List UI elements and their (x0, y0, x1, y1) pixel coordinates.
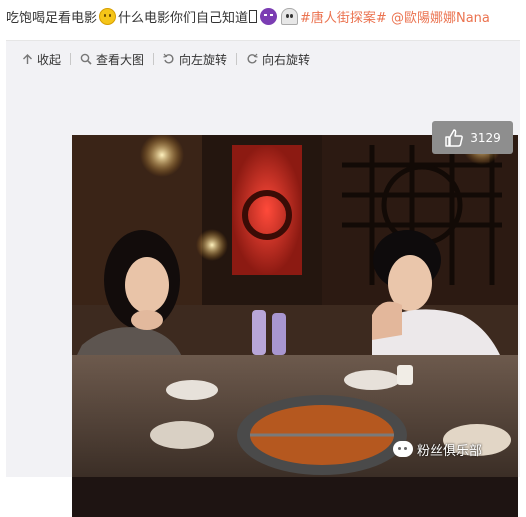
watermark: 粉丝俱乐部 (393, 438, 482, 460)
post-text-part1: 吃饱喝足看电影 (6, 11, 98, 26)
view-large-label: 查看大图 (96, 52, 145, 67)
post-text-part2: 什么电影你们自己知道 (118, 11, 249, 26)
magnifier-icon (80, 53, 92, 65)
mention-link[interactable]: @歐陽娜娜Nana (391, 11, 490, 26)
rotate-right-label: 向右旋转 (262, 52, 311, 67)
rotate-left-label: 向左旋转 (179, 52, 228, 67)
toolbar-divider (153, 53, 155, 65)
thumbs-up-icon (445, 128, 464, 147)
toolbar-divider (236, 53, 238, 65)
rotate-right-icon (247, 53, 258, 64)
watermark-text: 粉丝俱乐部 (417, 443, 483, 459)
like-count: 3129 (470, 130, 501, 145)
toolbar-divider (70, 53, 72, 65)
image-toolbar: 收起 查看大图 向左旋转 向右旋转 (22, 47, 310, 71)
media-panel: 收起 查看大图 向左旋转 向右旋转 3129 (6, 40, 520, 517)
like-button[interactable]: 3129 (432, 121, 513, 154)
restaurant-photo-illustration (72, 135, 518, 477)
rotate-left-button[interactable]: 向左旋转 (163, 51, 227, 68)
view-large-button[interactable]: 查看大图 (80, 51, 144, 68)
hashtag-link[interactable]: #唐人街探案# (300, 11, 387, 26)
rotate-right-button[interactable]: 向右旋转 (246, 51, 310, 68)
collapse-button[interactable]: 收起 (22, 51, 61, 68)
smile-emoji-icon (99, 8, 117, 25)
wechat-icon (393, 441, 413, 457)
missing-glyph-icon (249, 10, 258, 23)
devil-emoji-icon (260, 8, 278, 25)
rotate-left-icon (163, 53, 174, 64)
ghost-emoji-icon (281, 8, 299, 25)
arrow-up-icon (23, 53, 32, 64)
collapse-label: 收起 (37, 52, 62, 67)
post-text: 吃饱喝足看电影 什么电影你们自己知道 #唐人街探案# @歐陽娜娜Nana (6, 6, 522, 32)
